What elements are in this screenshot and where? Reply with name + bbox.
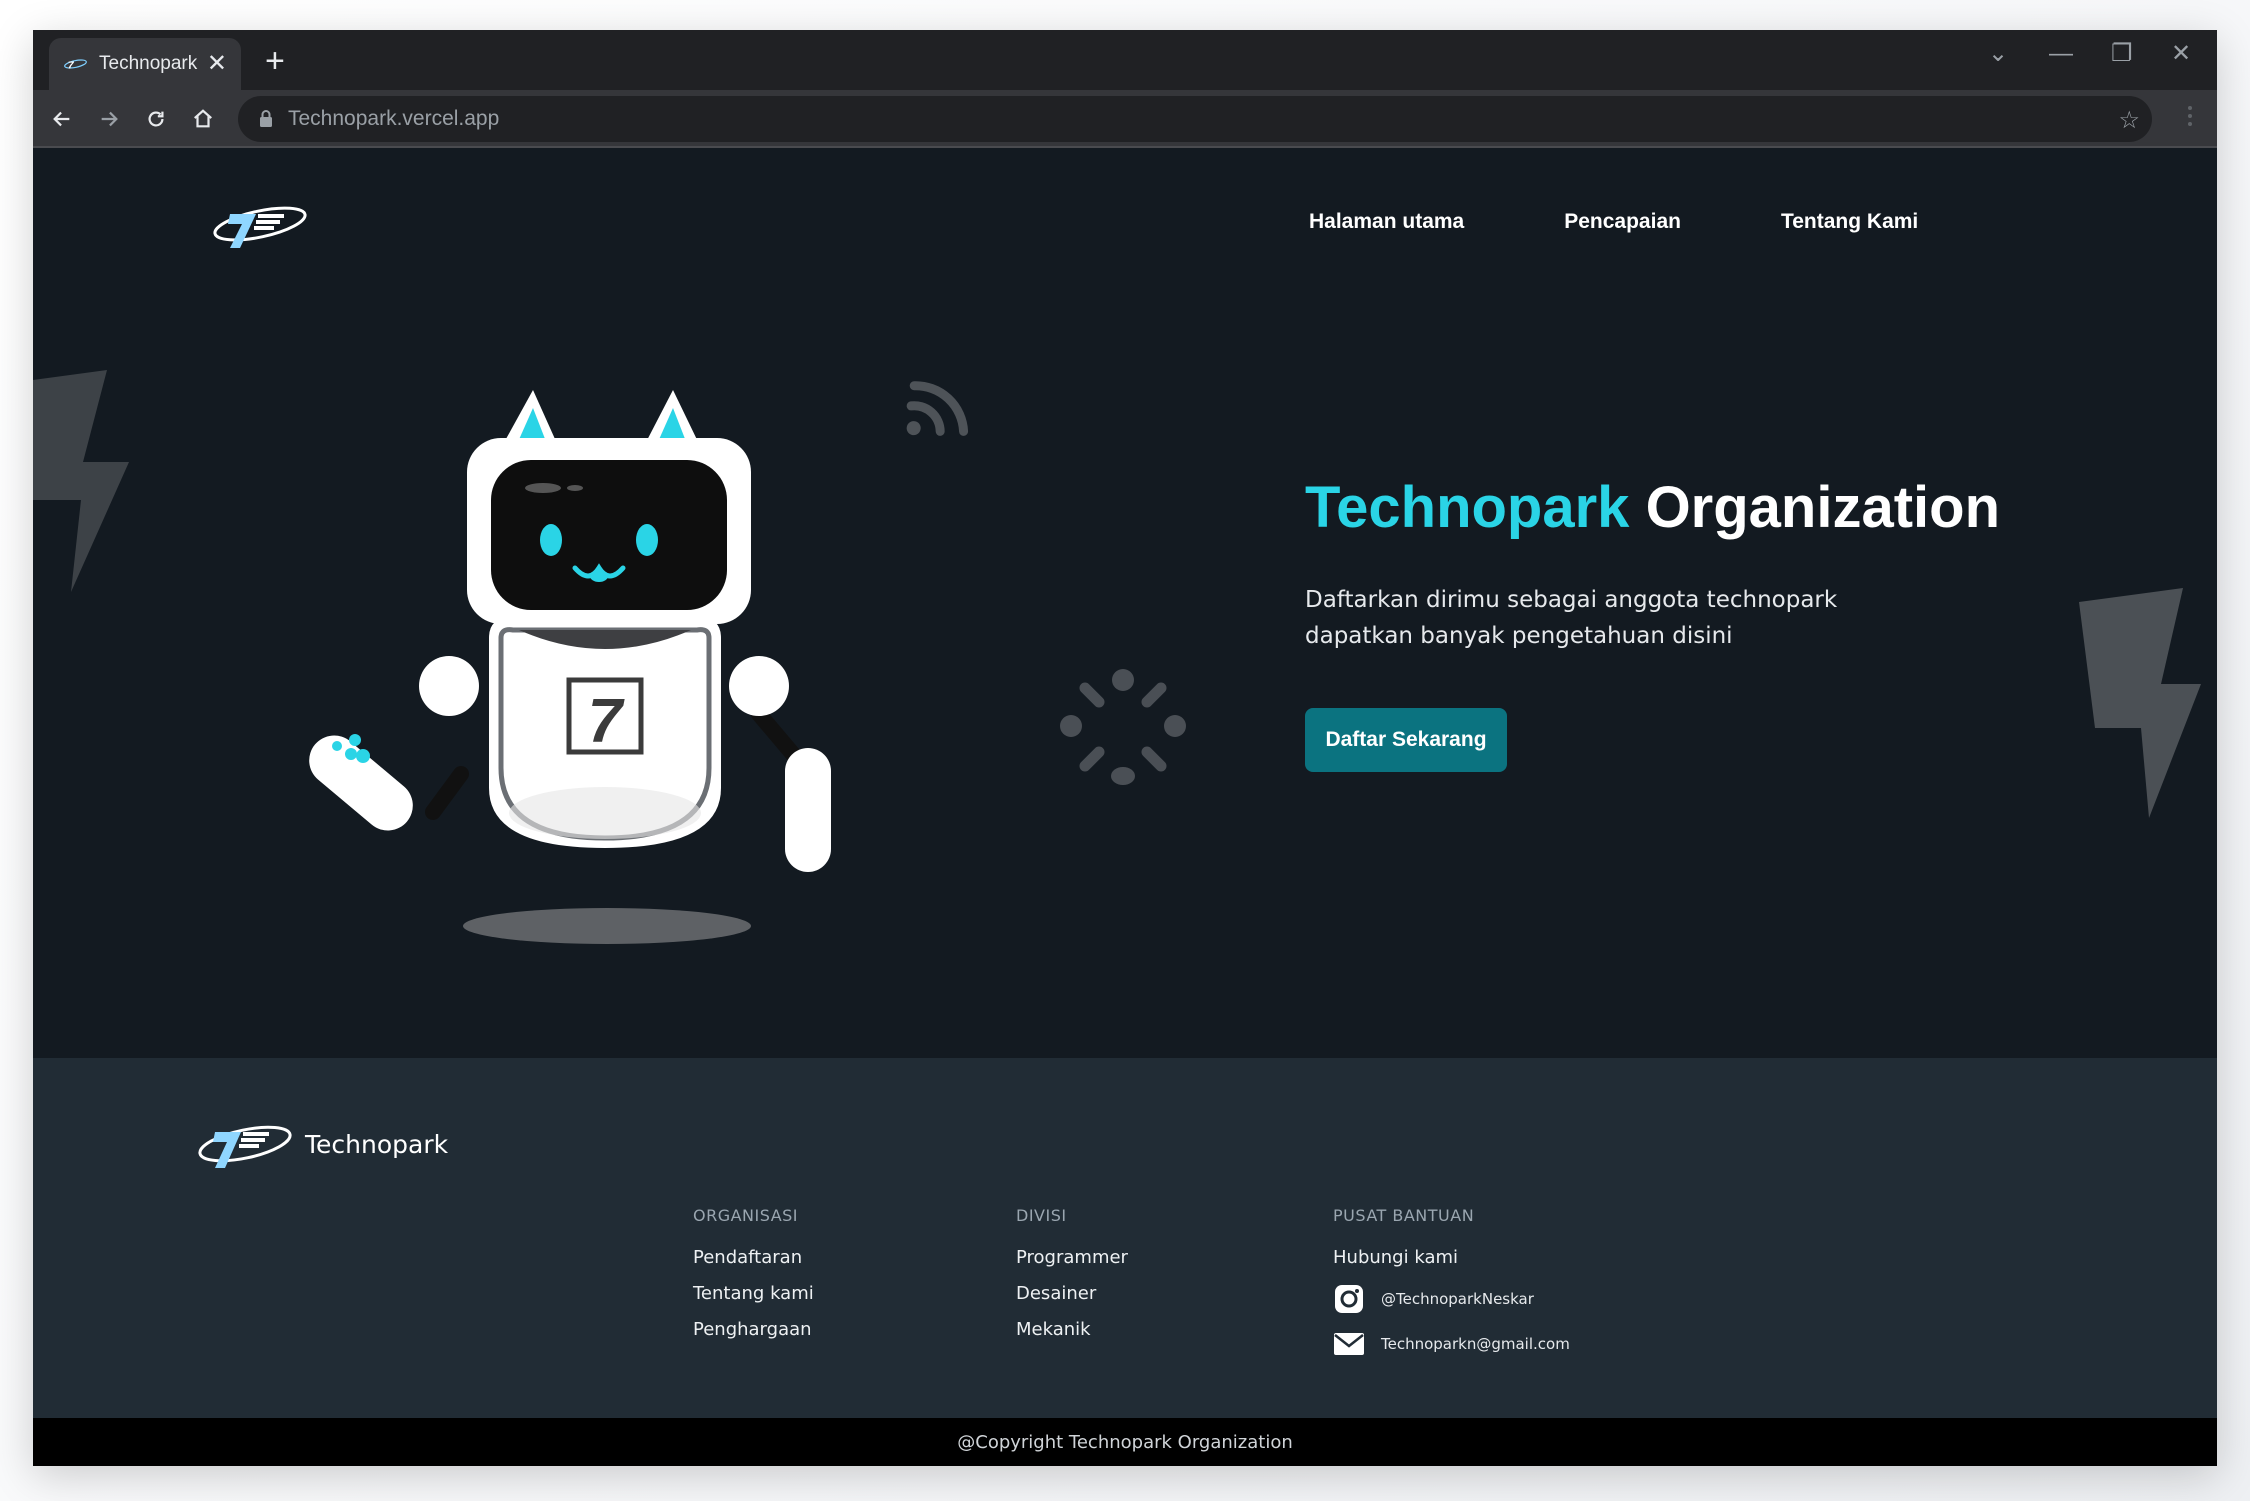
mail-icon (1334, 1333, 1364, 1355)
footer-link-hubungi-kami[interactable]: Hubungi kami (1333, 1247, 1570, 1268)
minimize-button[interactable]: — (2049, 42, 2073, 66)
technopark-favicon-icon: 7 (64, 59, 87, 71)
hero-title: Technopark Organization (1305, 474, 2000, 541)
site-footer: Technopark ORGANISASI Pendaftaran Tentan… (33, 1058, 2217, 1418)
email-contact[interactable]: Technoparkn@gmail.com (1333, 1331, 1570, 1357)
footer-column-heading: PUSAT BANTUAN (1333, 1206, 1475, 1225)
footer-column-heading: DIVISI (1016, 1206, 1067, 1225)
browser-toolbar: Technopark.vercel.app ☆ (33, 90, 2217, 148)
tab-search-chevron-icon[interactable]: ⌄ (1988, 42, 2008, 66)
lightning-icon (33, 370, 129, 592)
window-close-button[interactable]: ✕ (2171, 42, 2191, 66)
footer-column-pusat-bantuan: PUSAT BANTUAN Hubungi kami @TechnoparkNe… (1333, 1206, 1570, 1373)
back-button[interactable] (45, 102, 79, 136)
tab-title: Technopark (99, 53, 198, 74)
forward-button[interactable] (92, 102, 126, 136)
star-icon[interactable]: ☆ (2118, 106, 2140, 135)
address-bar[interactable]: Technopark.vercel.app ☆ (238, 96, 2152, 142)
web-page: Halaman utama Pencapaian Tentang Kami 7 … (33, 148, 2217, 1466)
restore-button[interactable]: ❐ (2111, 42, 2133, 66)
forward-icon (101, 111, 118, 127)
main-nav: Halaman utama Pencapaian Tentang Kami (1309, 210, 2018, 234)
nav-tentang-kami[interactable]: Tentang Kami (1781, 210, 1918, 234)
close-icon[interactable]: ✕ (207, 52, 227, 76)
lightning-icon (2079, 588, 2201, 818)
technopark-logo[interactable] (193, 1118, 293, 1174)
instagram-handle: @TechnoparkNeskar (1381, 1290, 1534, 1308)
reload-icon (148, 111, 164, 127)
footer-column-organisasi: ORGANISASI Pendaftaran Tentang kami Peng… (693, 1206, 814, 1355)
new-tab-button[interactable]: + (265, 44, 285, 78)
tab-technopark[interactable]: 7 Technopark ✕ (49, 38, 241, 90)
footer-link-tentang-kami[interactable]: Tentang kami (693, 1283, 814, 1304)
hero-title-accent: Technopark (1305, 475, 1630, 540)
spinner-icon (1060, 669, 1186, 785)
back-icon (53, 111, 70, 127)
wifi-icon (906, 381, 969, 436)
nav-pencapaian[interactable]: Pencapaian (1564, 210, 1681, 234)
home-button[interactable] (186, 102, 220, 136)
hero-subtitle: Daftarkan dirimu sebagai anggota technop… (1305, 587, 1838, 649)
reload-button[interactable] (139, 102, 173, 136)
tab-bar: 7 Technopark ✕ + ⌄ — ❐ ✕ (33, 30, 2217, 90)
lock-icon (260, 110, 272, 127)
email-address: Technoparkn@gmail.com (1381, 1335, 1570, 1353)
url-text: Technopark.vercel.app (288, 107, 500, 130)
hero-section: Halaman utama Pencapaian Tentang Kami 7 … (33, 148, 2217, 1058)
home-icon (194, 109, 212, 128)
daftar-sekarang-button[interactable]: Daftar Sekarang (1305, 708, 1507, 772)
footer-link-programmer[interactable]: Programmer (1016, 1247, 1128, 1268)
robot-mascot-illustration: 7 (309, 390, 831, 944)
kebab-icon[interactable] (2185, 102, 2195, 132)
technopark-logo[interactable] (208, 200, 308, 252)
footer-column-divisi: DIVISI Programmer Desainer Mekanik (1016, 1206, 1128, 1355)
instagram-contact[interactable]: @TechnoparkNeskar (1333, 1283, 1570, 1315)
copyright-bar: @Copyright Technopark Organization (33, 1418, 2217, 1466)
footer-link-mekanik[interactable]: Mekanik (1016, 1319, 1128, 1340)
footer-column-heading: ORGANISASI (693, 1206, 799, 1225)
footer-link-penghargaan[interactable]: Penghargaan (693, 1319, 814, 1340)
footer-brand-name: Technopark (305, 1130, 449, 1159)
hero-title-rest: Organization (1645, 475, 2001, 540)
robot-badge-number: 7 (588, 687, 625, 756)
footer-link-desainer[interactable]: Desainer (1016, 1283, 1128, 1304)
browser-window: 7 Technopark ✕ + ⌄ — ❐ ✕ Technopark.verc… (33, 30, 2217, 1466)
footer-link-pendaftaran[interactable]: Pendaftaran (693, 1247, 814, 1268)
instagram-icon (1335, 1285, 1363, 1313)
nav-halaman-utama[interactable]: Halaman utama (1309, 210, 1464, 234)
